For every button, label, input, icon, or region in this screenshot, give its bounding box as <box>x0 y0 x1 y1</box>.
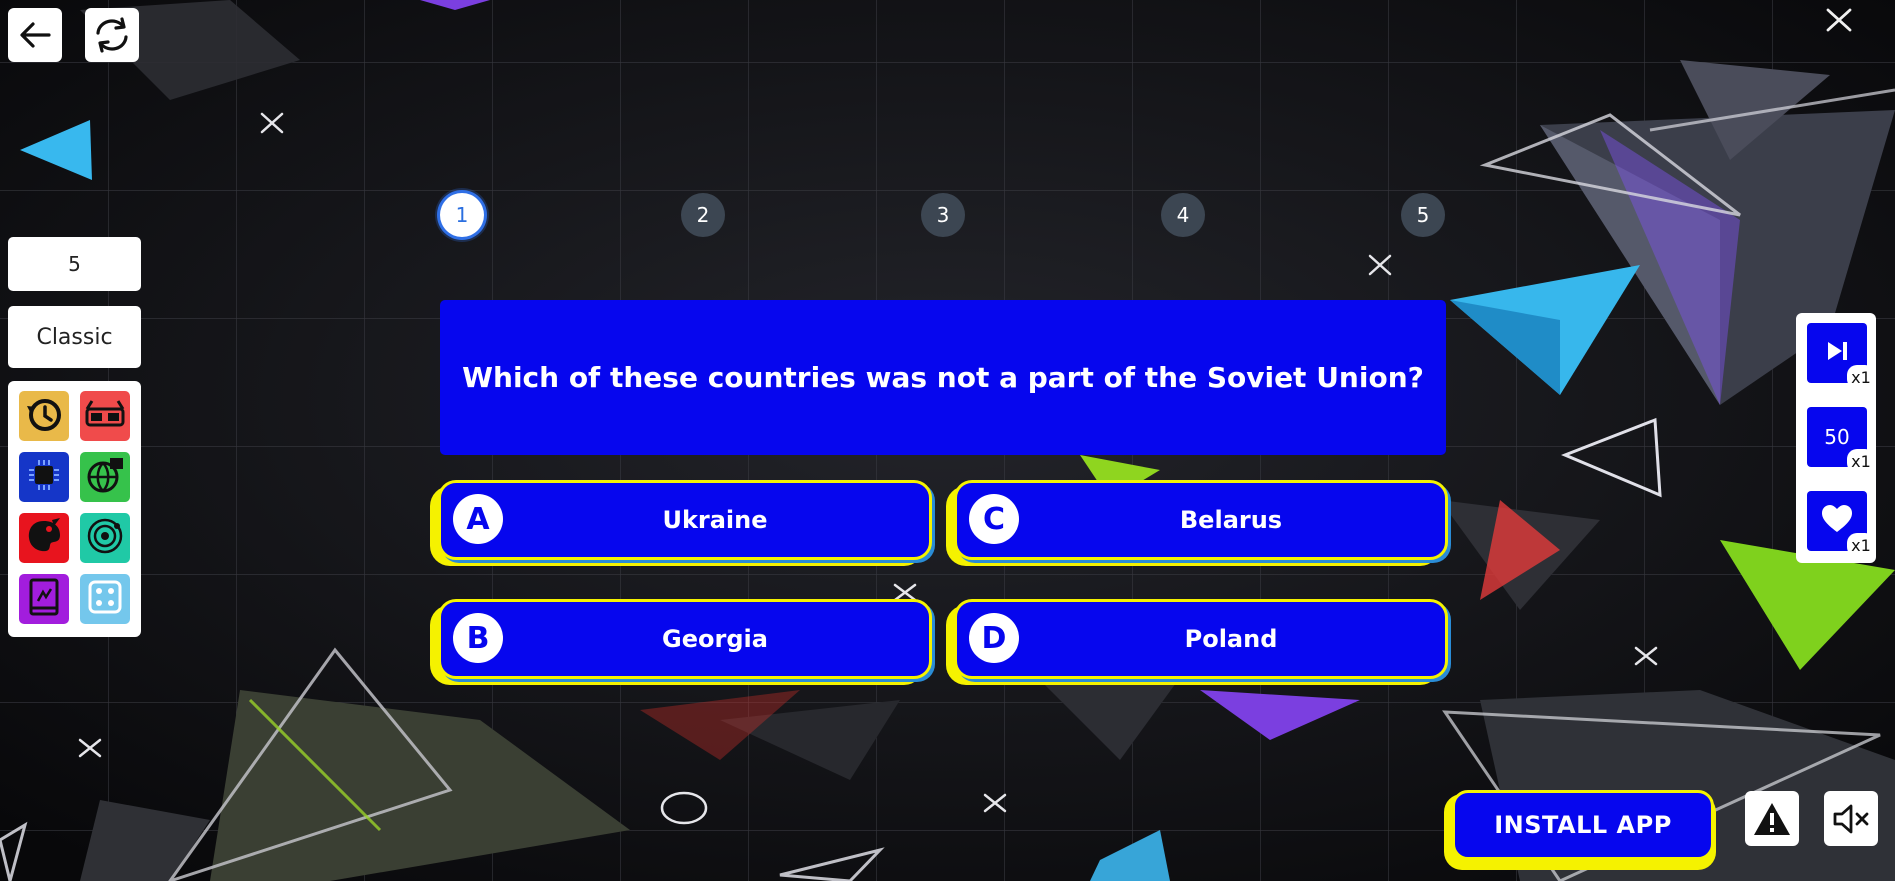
category-art[interactable] <box>19 513 69 563</box>
powerup-count: x1 <box>1847 365 1875 389</box>
globe-map-icon <box>84 454 126 501</box>
arrow-left-icon <box>18 20 52 50</box>
mute-button[interactable] <box>1824 791 1878 846</box>
install-label: INSTALL APP <box>1452 790 1714 860</box>
fifty-fifty-label: 50 <box>1824 425 1850 449</box>
question-count-selector[interactable]: 5 <box>8 237 141 291</box>
skip-icon <box>1825 340 1849 367</box>
progress-step-2: 2 <box>681 193 725 237</box>
category-geography[interactable] <box>80 452 130 502</box>
answer-face: D Poland <box>954 599 1448 679</box>
answer-letter: B <box>453 613 503 663</box>
answer-face: C Belarus <box>954 480 1448 560</box>
back-button[interactable] <box>8 8 62 62</box>
dice-icon <box>86 578 124 621</box>
install-app-button[interactable]: INSTALL APP <box>1444 790 1720 870</box>
close-button[interactable] <box>1820 4 1858 40</box>
answer-letter: D <box>969 613 1019 663</box>
atom-orbit-icon <box>84 515 126 562</box>
answer-label: Poland <box>1184 625 1278 653</box>
category-random[interactable] <box>80 574 130 624</box>
progress-step-1: 1 <box>440 193 484 237</box>
answer-label: Ukraine <box>662 506 768 534</box>
question-count-value: 5 <box>68 252 81 276</box>
question-text: Which of these countries was not a part … <box>462 361 1424 394</box>
answer-option-c[interactable]: C Belarus <box>946 480 1448 566</box>
answer-label: Georgia <box>662 625 768 653</box>
answer-option-a[interactable]: A Ukraine <box>430 480 932 566</box>
powerup-count: x1 <box>1847 533 1875 557</box>
microchip-icon <box>24 455 64 500</box>
powerup-extra-life[interactable]: x1 <box>1807 491 1875 557</box>
progress-step-4: 4 <box>1161 193 1205 237</box>
category-literature[interactable] <box>19 574 69 624</box>
progress-step-5: 5 <box>1401 193 1445 237</box>
refresh-button[interactable] <box>85 8 139 62</box>
category-science[interactable] <box>80 513 130 563</box>
category-panel <box>8 381 141 637</box>
question-card: Which of these countries was not a part … <box>440 300 1446 455</box>
warning-icon <box>1752 801 1792 837</box>
answer-option-d[interactable]: D Poland <box>946 599 1448 685</box>
mode-selector[interactable]: Classic <box>8 306 141 368</box>
powerup-fifty-fifty[interactable]: 50 x1 <box>1807 407 1875 473</box>
answer-letter: A <box>453 494 503 544</box>
answer-option-b[interactable]: B Georgia <box>430 599 932 685</box>
close-x-icon <box>1825 8 1853 37</box>
mode-value: Classic <box>36 324 113 350</box>
category-movies[interactable] <box>80 391 130 441</box>
powerup-skip[interactable]: x1 <box>1807 323 1875 389</box>
powerup-panel: x1 50 x1 x1 <box>1796 313 1876 563</box>
history-clock-icon <box>24 394 64 439</box>
answer-face: B Georgia <box>438 599 932 679</box>
powerup-count: x1 <box>1847 449 1875 473</box>
answer-face: A Ukraine <box>438 480 932 560</box>
progress-step-3: 3 <box>921 193 965 237</box>
3d-glasses-icon <box>84 397 126 436</box>
heart-icon <box>1821 504 1853 538</box>
category-technology[interactable] <box>19 452 69 502</box>
category-history[interactable] <box>19 391 69 441</box>
answer-label: Belarus <box>1179 506 1283 534</box>
palette-icon <box>24 516 64 561</box>
book-icon <box>26 577 62 622</box>
answer-letter: C <box>969 494 1019 544</box>
refresh-icon <box>92 17 132 53</box>
report-button[interactable] <box>1745 791 1799 846</box>
speaker-muted-icon <box>1832 803 1870 835</box>
